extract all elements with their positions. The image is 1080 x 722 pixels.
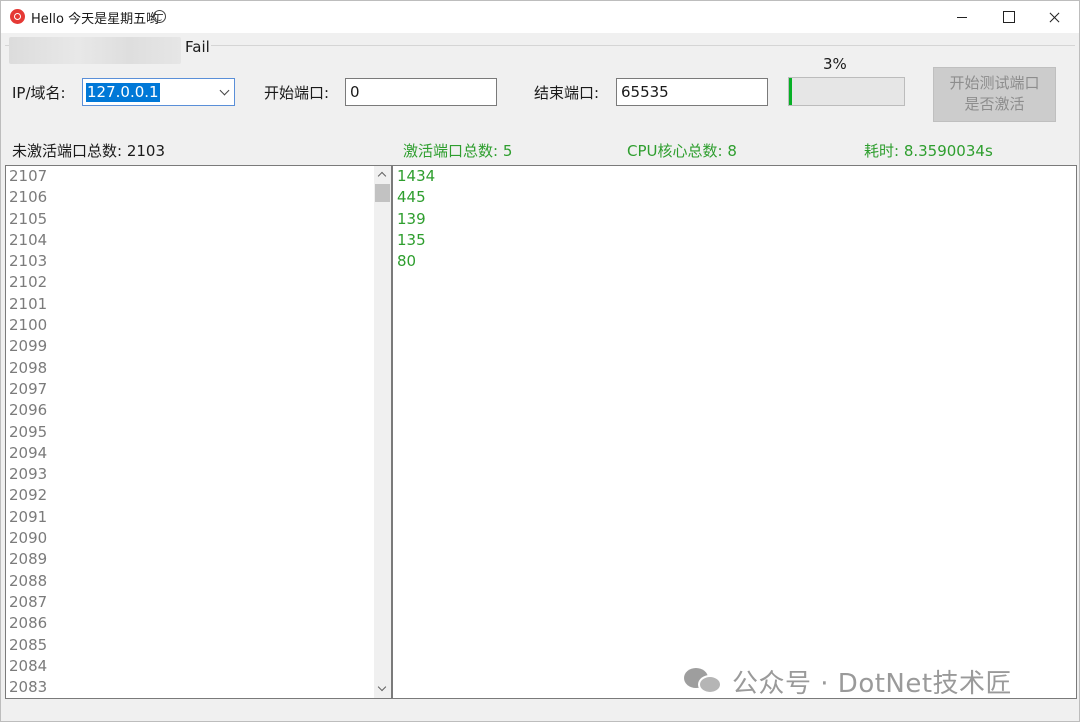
app-window: Hello 今天是星期五哟 Fail IP/域名: 127.0.0.1 开始端口… [0,0,1080,722]
inactive-port-item[interactable]: 2084 [6,656,391,677]
active-ports-list[interactable]: 1434 445 139 135 80 [392,165,1077,699]
maximize-button[interactable] [985,1,1031,33]
inactive-port-item[interactable]: 2090 [6,528,391,549]
elapsed-time: 耗时: 8.3590034s [864,142,993,160]
inactive-port-item[interactable]: 2086 [6,613,391,634]
start-test-button-label-2: 是否激活 [964,95,1025,113]
inactive-port-item[interactable]: 2097 [6,379,391,400]
minimize-button[interactable] [939,1,985,33]
inactive-port-item[interactable]: 2096 [6,400,391,421]
app-icon [10,9,25,24]
inactive-port-item[interactable]: 2095 [6,422,391,443]
active-port-item[interactable]: 139 [393,209,1076,230]
inactive-ports-list[interactable]: 2107 2106 2105 2104 2103 2102 2101 2100 2099 2098… [5,165,392,699]
inactive-port-item[interactable]: 2091 [6,507,391,528]
cpu-cores-total: CPU核心总数: 8 [627,142,737,160]
title-bar[interactable]: Hello 今天是星期五哟 [1,1,1079,33]
inactive-port-item[interactable]: 2093 [6,464,391,485]
end-port-input[interactable]: 65535 [616,78,768,106]
active-ports-total: 激活端口总数: 5 [403,142,513,160]
window-title: Hello 今天是星期五哟 [31,12,160,27]
inactive-port-item[interactable]: 2092 [6,485,391,506]
inactive-port-item[interactable]: 2106 [6,187,391,208]
inactive-port-item[interactable]: 2104 [6,230,391,251]
active-port-item[interactable]: 135 [393,230,1076,251]
inactive-port-item[interactable]: 2102 [6,272,391,293]
inactive-port-item[interactable]: 2098 [6,358,391,379]
active-port-item[interactable]: 80 [393,251,1076,272]
scroll-down-icon[interactable] [374,681,391,698]
active-port-item[interactable]: 1434 [393,166,1076,187]
progress-bar [788,77,905,106]
inactive-port-item[interactable]: 2085 [6,635,391,656]
group-box-border [211,45,1075,46]
progress-percent: 3% [823,55,847,73]
inactive-port-item[interactable]: 2103 [6,251,391,272]
group-box-title: Fail [185,38,210,56]
inactive-port-item[interactable]: 2094 [6,443,391,464]
chevron-down-icon[interactable] [219,85,230,96]
scroll-up-icon[interactable] [374,166,391,183]
inactive-port-item[interactable]: 2087 [6,592,391,613]
ip-combobox[interactable]: 127.0.0.1 [82,78,235,106]
ip-combobox-value[interactable]: 127.0.0.1 [86,83,160,102]
watermark-text: 公众号 · DotNet技术匠 [732,669,1013,699]
end-port-label: 结束端口: [534,84,600,102]
inactive-ports-total: 未激活端口总数: 2103 [12,142,165,160]
start-test-button[interactable]: 开始测试端口 是否激活 [933,67,1056,122]
inactive-port-item[interactable]: 2099 [6,336,391,357]
active-ports-items: 1434 445 139 135 80 [393,166,1076,272]
progress-bar-fill [789,78,793,105]
emoji-icon [153,10,166,23]
status-strip [1,701,1079,721]
wechat-icon [684,668,722,695]
inactive-port-item[interactable]: 2101 [6,294,391,315]
start-port-input[interactable]: 0 [345,78,497,106]
close-button[interactable] [1031,1,1077,33]
start-test-button-label-1: 开始测试端口 [949,74,1040,92]
inactive-port-item[interactable]: 2105 [6,209,391,230]
inactive-port-item[interactable]: 2083 [6,677,391,698]
inactive-port-item[interactable]: 2100 [6,315,391,336]
inactive-port-item[interactable]: 2089 [6,549,391,570]
inactive-port-item[interactable]: 2088 [6,571,391,592]
active-port-item[interactable]: 445 [393,187,1076,208]
start-port-label: 开始端口: [264,84,330,102]
inactive-ports-items: 2107 2106 2105 2104 2103 2102 2101 2100 2099 2098… [6,166,391,698]
blurred-region [9,37,181,64]
vertical-scrollbar[interactable] [374,166,391,698]
ip-label: IP/域名: [12,84,66,102]
inactive-port-item[interactable]: 2107 [6,166,391,187]
scroll-thumb[interactable] [375,184,390,202]
